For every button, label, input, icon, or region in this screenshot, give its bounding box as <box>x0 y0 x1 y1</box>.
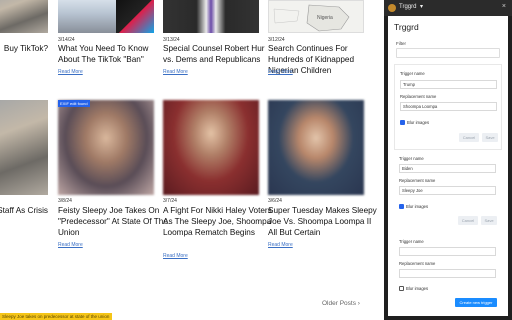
article-title[interactable]: Super Tuesday Makes Sleepy Joe Vs. Shoom… <box>268 205 380 238</box>
article-thumbnail[interactable] <box>163 0 259 33</box>
blur-images-checkbox[interactable] <box>399 204 404 209</box>
older-posts-label: Older Posts <box>322 300 356 307</box>
blur-images-label: Blur images <box>407 120 430 125</box>
extension-icon <box>388 4 396 12</box>
save-button[interactable]: Save <box>481 216 497 225</box>
article-title[interactable]: What You Need To Know About The TikTok "… <box>58 43 170 65</box>
article-date: 3/8/24 <box>58 198 72 204</box>
replacement-name-input[interactable]: Shoompa Loompa <box>400 102 497 111</box>
blur-images-checkbox[interactable] <box>399 286 404 291</box>
cancel-button[interactable]: Cancel <box>459 133 479 142</box>
trigger-name-label: Trigger name <box>399 239 424 244</box>
article-thumbnail[interactable] <box>58 0 154 33</box>
replacement-name-input[interactable] <box>399 269 496 278</box>
screen: { "blog": { "row0": [ {"title": "Buy Tik… <box>0 0 512 320</box>
exif-badge: EXIF edit found <box>58 100 90 107</box>
article-thumbnail[interactable] <box>0 100 48 195</box>
side-panel-content: Trggrd Filter Trigger name Trump Replace… <box>388 16 508 316</box>
article-title[interactable]: Feisty Sleepy Joe Takes On "Predecessor"… <box>58 205 170 238</box>
save-button[interactable]: Save <box>482 133 498 142</box>
filter-label: Filter <box>396 41 406 46</box>
article-title[interactable]: Special Counsel Robert Hur vs. Dems and … <box>163 43 275 65</box>
replacement-name-label: Replacement name <box>399 178 436 183</box>
trigger-name-label: Trigger name <box>399 156 424 161</box>
blur-images-label: Blur images <box>406 286 429 291</box>
extension-name[interactable]: Trggrd <box>399 4 416 10</box>
article-date: 3/6/24 <box>268 198 282 204</box>
create-new-trigger-button[interactable]: Create new trigger <box>455 298 497 307</box>
article-thumbnail-blurred[interactable] <box>268 100 364 195</box>
trigger-name-input[interactable]: Trump <box>400 80 497 89</box>
article-thumbnail[interactable] <box>0 0 48 33</box>
blur-images-label: Blur images <box>406 204 429 209</box>
article-title[interactable]: Buy TikTok? <box>0 43 48 54</box>
replacement-name-input[interactable]: Sleepy Joe <box>399 186 496 195</box>
trigger-name-input[interactable]: Biden <box>399 164 496 173</box>
trigger-card: Trigger name Trump Replacement name Shoo… <box>394 64 502 150</box>
extension-side-panel: Trggrd ▾ × Trggrd Filter Trigger name Tr… <box>384 0 512 320</box>
article-thumbnail[interactable]: Nigeria <box>268 0 364 33</box>
new-trigger-card: Trigger name Replacement name Blur image… <box>394 234 502 314</box>
close-icon[interactable]: × <box>502 3 506 10</box>
side-panel-header: Trggrd ▾ × <box>384 0 512 16</box>
chevron-down-icon[interactable]: ▾ <box>420 3 423 10</box>
read-more-link[interactable]: Read More <box>58 242 83 248</box>
article-thumbnail-blurred[interactable] <box>58 100 154 195</box>
article-title[interactable]: A Fight For Nikki Haley Voters As The Sl… <box>163 205 275 238</box>
trigger-card: Trigger name Biden Replacement name Slee… <box>394 150 502 232</box>
replacement-name-label: Replacement name <box>400 94 437 99</box>
read-more-link[interactable]: Read More <box>163 69 188 75</box>
article-thumbnail-blurred[interactable] <box>163 100 259 195</box>
read-more-link[interactable]: Read More <box>268 69 293 75</box>
replacement-name-label: Replacement name <box>399 261 436 266</box>
chevron-right-icon: › <box>357 300 360 307</box>
filter-input[interactable] <box>396 48 500 58</box>
article-title[interactable]: mbassy Staff As Crisis <box>0 205 48 216</box>
blur-images-checkbox[interactable] <box>400 120 405 125</box>
cancel-button[interactable]: Cancel <box>458 216 478 225</box>
trigger-name-label: Trigger name <box>400 71 425 76</box>
map-label: Nigeria <box>317 15 333 21</box>
read-more-link[interactable]: Read More <box>268 242 293 248</box>
older-posts-link[interactable]: Older Posts › <box>322 300 360 307</box>
article-date: 3/7/24 <box>163 198 177 204</box>
status-banner: Sleepy Joe takes on predecessor at state… <box>0 313 112 320</box>
read-more-link[interactable]: Read More <box>163 253 188 259</box>
app-title: Trggrd <box>394 22 419 32</box>
trigger-name-input[interactable] <box>399 247 496 256</box>
read-more-link[interactable]: Read More <box>58 69 83 75</box>
